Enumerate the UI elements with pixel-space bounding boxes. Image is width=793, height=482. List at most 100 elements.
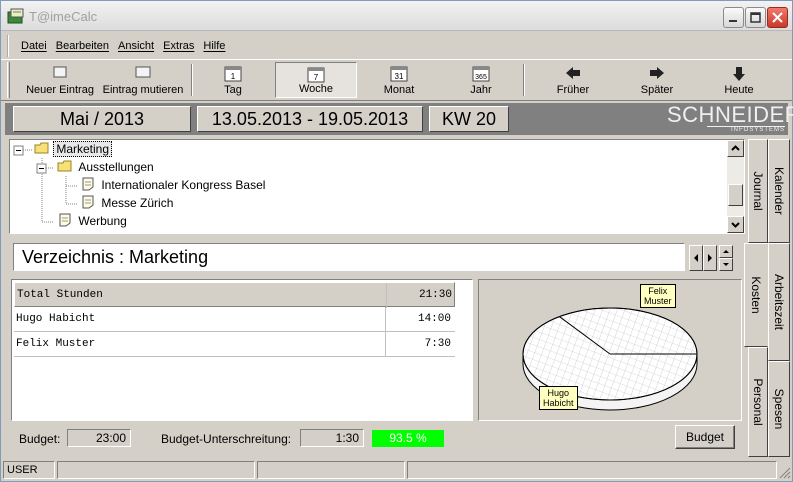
scroll-thumb[interactable] — [728, 184, 743, 206]
new-entry-button[interactable]: Neuer Eintrag — [19, 62, 101, 98]
menu-datei[interactable]: Datei — [21, 35, 47, 57]
menu-hilfe[interactable]: Hilfe — [203, 35, 225, 57]
status-panel — [257, 461, 405, 479]
chevron-down-icon — [731, 222, 740, 228]
scroll-up-button[interactable] — [727, 140, 744, 157]
next-directory-button[interactable] — [703, 245, 717, 271]
app-window: T@imeCalc Datei Bearbeiten Ansicht Extra… — [0, 0, 793, 482]
new-entry-icon — [53, 66, 67, 78]
triangle-down-icon — [723, 263, 729, 266]
calendar-day-icon: 1 — [224, 66, 242, 82]
period-header: Mai / 2013 13.05.2013 - 19.05.2013 KW 20… — [5, 102, 793, 135]
tab-label: Personal — [751, 378, 765, 426]
tab-personal[interactable]: Personal — [748, 347, 768, 457]
company-logo: SCHNEIDER INFOSYSTEMS — [667, 102, 793, 134]
person-name: Hugo Habicht — [16, 313, 96, 325]
folder-icon — [57, 160, 72, 172]
total-hours-value: 21:30 — [386, 283, 456, 308]
status-user: USER — [3, 461, 55, 479]
tree-node-messe-zuerich[interactable]: Messe Zürich — [80, 195, 175, 212]
tab-kosten[interactable]: Kosten — [744, 243, 768, 347]
chevron-up-icon — [731, 145, 740, 151]
minimize-button[interactable] — [723, 7, 744, 28]
logo-main-text: SCHNEIDER — [667, 102, 793, 127]
tree-node-ausstellungen[interactable]: Ausstellungen — [57, 159, 156, 176]
tree-node-label: Messe Zürich — [101, 196, 174, 210]
week-button[interactable]: 7 Woche — [275, 62, 357, 98]
month-label: Monat — [383, 84, 415, 96]
pie-chart-svg — [522, 307, 698, 411]
today-button[interactable]: Heute — [703, 62, 775, 98]
menu-bearbeiten[interactable]: Bearbeiten — [56, 35, 109, 57]
year-button[interactable]: 365 Jahr — [445, 62, 517, 98]
tab-label: Arbeitszeit — [772, 273, 786, 331]
tree-node-kongress-basel[interactable]: Internationaler Kongress Basel — [80, 177, 267, 194]
tree-scrollbar[interactable] — [727, 140, 744, 233]
calendar-month-icon: 31 — [390, 66, 408, 82]
week-icon-number: 7 — [314, 73, 319, 82]
pie-label-line: Habicht — [543, 398, 574, 408]
window-title: T@imeCalc — [29, 9, 98, 24]
year-label: Jahr — [470, 84, 492, 96]
tree-node-marketing[interactable]: Marketing — [34, 141, 113, 158]
triangle-left-icon — [694, 254, 698, 262]
day-label: Tag — [224, 84, 242, 96]
person-name: Felix Muster — [16, 338, 96, 350]
pie-label-line: Felix — [648, 286, 668, 296]
mutate-entry-label: Eintrag mutieren — [102, 84, 184, 96]
maximize-button[interactable] — [745, 7, 766, 28]
tab-label: Kosten — [749, 276, 763, 314]
today-label: Heute — [724, 84, 754, 96]
spin-down-button[interactable] — [719, 258, 733, 271]
collapse-toggle-icon — [13, 145, 24, 156]
resize-grip-icon[interactable] — [779, 467, 791, 479]
month-icon-number: 31 — [395, 72, 404, 81]
table-row[interactable]: Hugo Habicht 14:00 — [14, 307, 455, 332]
tree-node-label: Ausstellungen — [78, 160, 154, 174]
triangle-up-icon — [723, 250, 729, 253]
pie-label-hugo: Hugo Habicht — [539, 386, 578, 410]
menu-ansicht[interactable]: Ansicht — [118, 35, 154, 57]
menu-bar: Datei Bearbeiten Ansicht Extras Hilfe — [7, 35, 231, 57]
title-bar[interactable]: T@imeCalc — [1, 1, 792, 31]
earlier-button[interactable]: Früher — [537, 62, 609, 98]
tree-node-label: Marketing — [53, 141, 113, 157]
date-range-display: 13.05.2013 - 19.05.2013 — [197, 106, 423, 132]
arrow-down-icon — [733, 67, 745, 81]
calendar-week-display: KW 20 — [429, 106, 509, 132]
toolbar-grip[interactable] — [7, 62, 10, 98]
tree-node-label: Werbung — [78, 214, 127, 228]
tab-label: Journal — [751, 171, 765, 211]
tab-arbeitszeit[interactable]: Arbeitszeit — [768, 243, 790, 361]
minimize-icon — [729, 20, 737, 22]
budget-button[interactable]: Budget — [675, 425, 735, 449]
budget-under-value: 1:30 — [300, 429, 364, 447]
tab-spesen[interactable]: Spesen — [768, 361, 790, 457]
budget-value: 23:00 — [67, 429, 131, 447]
day-button[interactable]: 1 Tag — [197, 62, 269, 98]
tab-journal[interactable]: Journal — [748, 139, 768, 243]
scroll-down-button[interactable] — [727, 216, 744, 233]
status-panel — [407, 461, 777, 479]
close-icon — [772, 12, 783, 23]
tab-kalender[interactable]: Kalender — [768, 139, 790, 243]
arrow-left-icon — [566, 67, 580, 79]
spin-up-button[interactable] — [719, 245, 733, 258]
project-tree[interactable]: Marketing Ausstellungen Internationaler … — [9, 139, 745, 234]
prev-directory-button[interactable] — [689, 245, 703, 271]
day-icon-number: 1 — [231, 72, 236, 81]
month-button[interactable]: 31 Monat — [363, 62, 435, 98]
later-button[interactable]: Später — [621, 62, 693, 98]
table-row[interactable]: Felix Muster 7:30 — [14, 332, 455, 357]
tab-label: Kalender — [772, 166, 786, 216]
budget-label: Budget: — [19, 432, 61, 446]
close-button[interactable] — [767, 7, 788, 28]
pie-label-felix: Felix Muster — [640, 284, 676, 308]
menu-extras[interactable]: Extras — [163, 35, 194, 57]
table-header-row[interactable]: Total Stunden 21:30 — [14, 282, 456, 308]
pie-label-line: Muster — [644, 296, 672, 306]
mutate-entry-button[interactable]: Eintrag mutieren — [101, 62, 185, 98]
total-hours-label: Total Stunden — [17, 289, 103, 301]
person-hours: 14:00 — [385, 307, 455, 332]
tree-node-werbung[interactable]: Werbung — [57, 213, 129, 230]
